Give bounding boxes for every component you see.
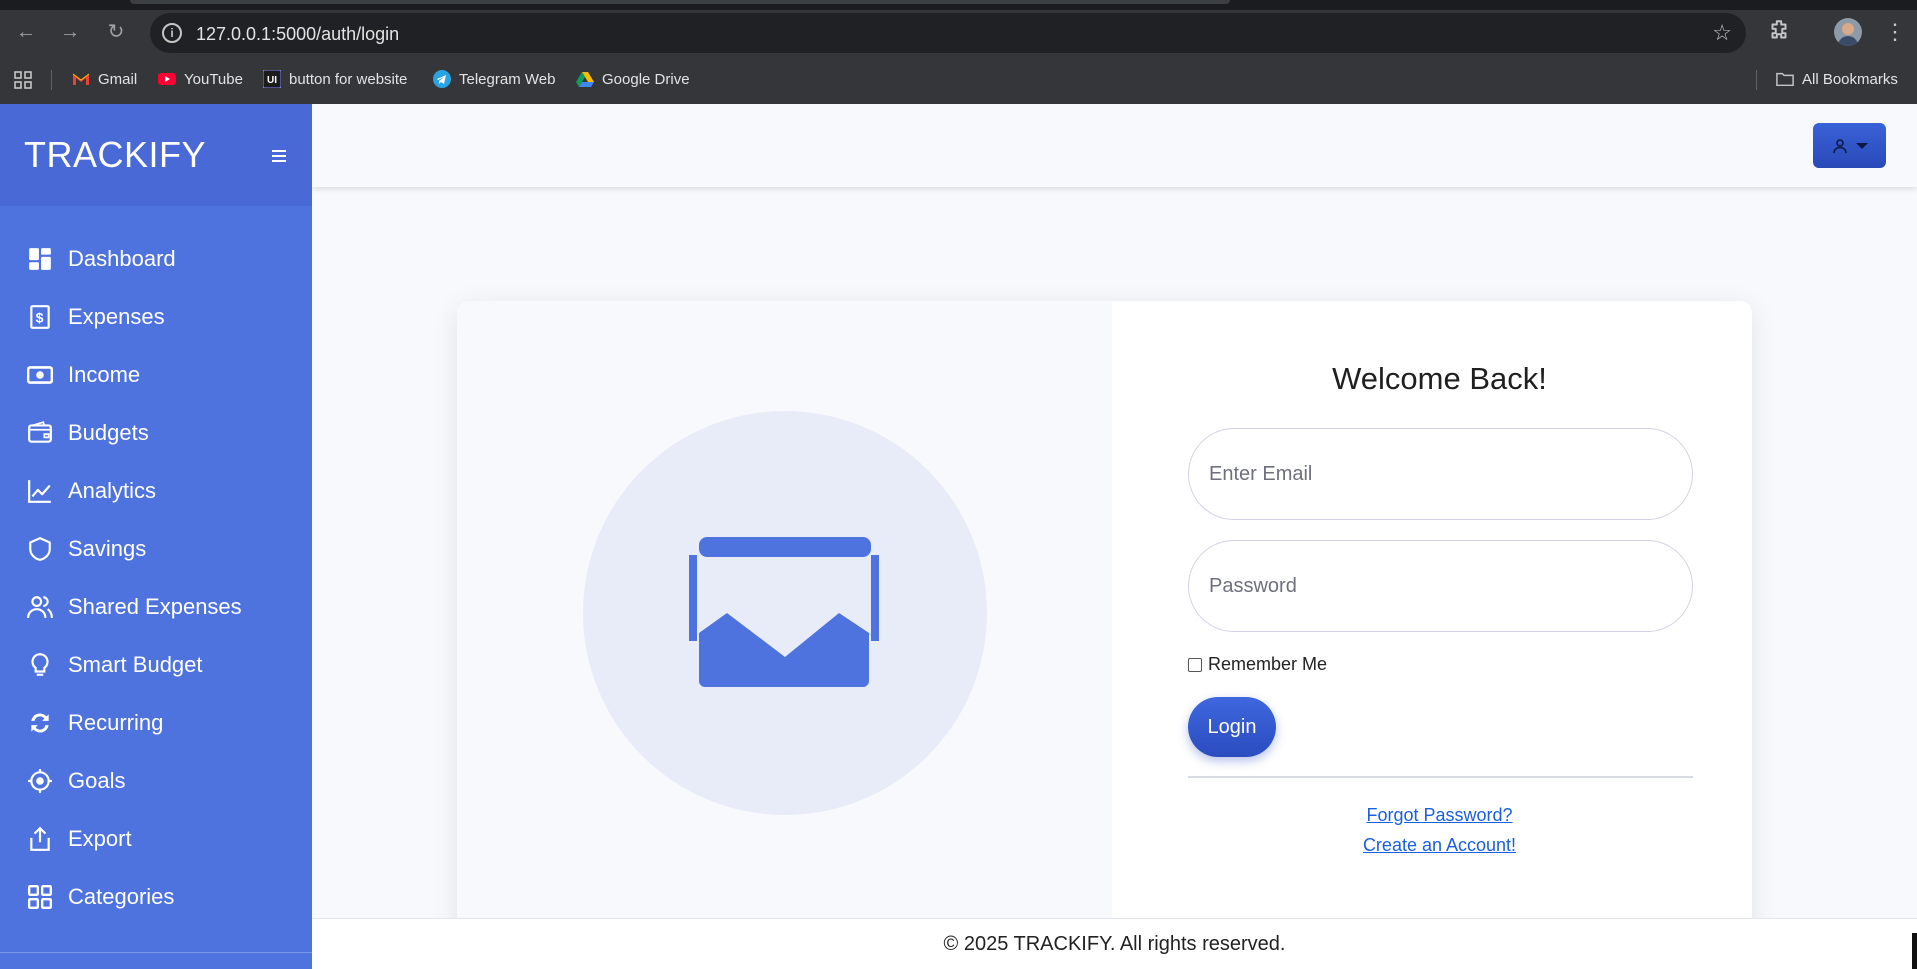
user-icon <box>1832 138 1847 153</box>
remember-me-checkbox[interactable] <box>1188 657 1202 672</box>
all-bookmarks-label: All Bookmarks <box>1802 70 1898 88</box>
top-navbar <box>312 104 1917 187</box>
all-bookmarks-button[interactable]: All Bookmarks <box>1776 69 1898 89</box>
bookmark-button-for-website[interactable]: UI button for website <box>263 69 407 89</box>
sidebar-item-label: Export <box>68 826 132 851</box>
address-bar[interactable]: i 127.0.0.1:5000/auth/login ☆ <box>150 13 1746 53</box>
sidebar-item-label: Smart Budget <box>68 652 203 677</box>
sidebar-nav: Dashboard $ Expenses Income Budgets Anal… <box>0 230 312 926</box>
profile-avatar[interactable] <box>1834 18 1862 46</box>
sidebar-item-label: Expenses <box>68 304 165 329</box>
extensions-icon[interactable] <box>1766 18 1792 44</box>
sidebar-item-label: Income <box>68 362 141 387</box>
sync-icon <box>26 709 54 737</box>
image-placeholder-icon <box>689 537 879 687</box>
target-icon <box>26 767 54 795</box>
brand-logo-text[interactable]: TRACKIFY <box>24 134 206 176</box>
apps-grid-icon[interactable] <box>14 71 32 89</box>
bookmark-label: Gmail <box>98 70 138 88</box>
wallet-icon <box>26 419 54 447</box>
create-account-link[interactable]: Create an Account! <box>1112 835 1752 856</box>
login-title: Welcome Back! <box>1332 361 1547 396</box>
sidebar-item-shared-expenses[interactable]: Shared Expenses <box>0 578 312 636</box>
password-input[interactable] <box>1188 540 1693 632</box>
site-info-icon[interactable]: i <box>162 23 182 43</box>
line-chart-icon <box>26 477 54 505</box>
active-tab-edge[interactable] <box>130 0 1230 4</box>
chevron-down-icon <box>1855 142 1868 149</box>
sidebar-item-dashboard[interactable]: Dashboard <box>0 230 312 288</box>
remember-me[interactable]: Remember Me <box>1188 654 1327 675</box>
scrollbar-thumb[interactable] <box>1912 933 1917 969</box>
youtube-icon <box>158 73 176 85</box>
reload-icon[interactable]: ↻ <box>102 18 130 46</box>
lightbulb-icon <box>26 651 54 679</box>
remember-me-label: Remember Me <box>1208 654 1328 674</box>
sidebar-item-label: Recurring <box>68 710 164 735</box>
bookmark-star-icon[interactable]: ☆ <box>1712 20 1732 46</box>
sidebar-item-export[interactable]: Export <box>0 810 312 868</box>
sidebar-item-label: Categories <box>68 884 175 909</box>
sidebar-item-expenses[interactable]: $ Expenses <box>0 288 312 346</box>
sidebar-toggle-icon[interactable] <box>272 150 286 162</box>
browser-toolbar: ← → ↻ i 127.0.0.1:5000/auth/login ☆ ⋮ <box>0 10 1917 54</box>
sidebar-item-income[interactable]: Income <box>0 346 312 404</box>
email-input[interactable] <box>1188 428 1693 520</box>
shield-icon <box>26 535 54 563</box>
users-icon <box>26 593 54 621</box>
bookmark-label: button for website <box>289 70 408 88</box>
user-menu-button[interactable] <box>1813 123 1886 168</box>
illustration-panel <box>457 301 1112 941</box>
browser-menu-icon[interactable]: ⋮ <box>1884 18 1906 46</box>
svg-text:UI: UI <box>267 75 277 86</box>
sidebar-item-budgets[interactable]: Budgets <box>0 404 312 462</box>
sidebar-item-label: Budgets <box>68 420 149 445</box>
sidebar: TRACKIFY Dashboard $ Expenses Income Bud… <box>0 104 312 969</box>
login-form-panel: Welcome Back! Remember Me Login Forgot P… <box>1112 301 1752 941</box>
form-divider <box>1188 776 1693 778</box>
sidebar-item-label: Dashboard <box>68 246 176 271</box>
page-footer: © 2025 TRACKIFY. All rights reserved. <box>312 918 1917 969</box>
bookmark-gmail[interactable]: Gmail <box>72 69 137 89</box>
folder-icon <box>1776 72 1794 87</box>
bookmark-telegram[interactable]: Telegram Web <box>433 69 555 89</box>
money-icon <box>26 361 54 389</box>
sidebar-item-label: Savings <box>68 536 147 561</box>
login-button[interactable]: Login <box>1188 697 1276 757</box>
bookmark-label: Google Drive <box>602 70 690 88</box>
gmail-icon <box>72 73 90 85</box>
sidebar-item-label: Shared Expenses <box>68 594 242 619</box>
uiverse-icon: UI <box>263 70 281 88</box>
brand-bar: TRACKIFY <box>0 104 312 206</box>
bookmark-google-drive[interactable]: Google Drive <box>576 69 690 89</box>
receipt-icon: $ <box>26 303 54 331</box>
sidebar-item-analytics[interactable]: Analytics <box>0 462 312 520</box>
sidebar-item-label: Goals <box>68 768 126 793</box>
bookmark-label: Telegram Web <box>459 70 556 88</box>
sidebar-divider <box>0 952 312 953</box>
forgot-password-link[interactable]: Forgot Password? <box>1112 805 1752 826</box>
sidebar-item-savings[interactable]: Savings <box>0 520 312 578</box>
sidebar-item-recurring[interactable]: Recurring <box>0 694 312 752</box>
bookmark-separator <box>51 70 52 90</box>
back-icon[interactable]: ← <box>12 18 40 46</box>
google-drive-icon <box>576 72 594 87</box>
sidebar-item-categories[interactable]: Categories <box>0 868 312 926</box>
main-content: Welcome Back! Remember Me Login Forgot P… <box>312 104 1917 969</box>
export-icon <box>26 825 54 853</box>
login-card: Welcome Back! Remember Me Login Forgot P… <box>457 301 1752 941</box>
dashboard-icon <box>26 245 54 273</box>
svg-text:$: $ <box>36 309 44 325</box>
forward-icon[interactable]: → <box>56 18 84 46</box>
grid-icon <box>26 883 54 911</box>
bookmark-youtube[interactable]: YouTube <box>158 69 243 89</box>
sidebar-item-smart-budget[interactable]: Smart Budget <box>0 636 312 694</box>
telegram-icon <box>433 70 451 88</box>
url-text[interactable]: 127.0.0.1:5000/auth/login <box>196 24 399 45</box>
bookmark-label: YouTube <box>184 70 243 88</box>
sidebar-item-label: Analytics <box>68 478 157 503</box>
sidebar-item-goals[interactable]: Goals <box>0 752 312 810</box>
bookmarks-bar: Gmail YouTube UI button for website Tele… <box>0 54 1917 104</box>
bookmark-separator <box>1756 70 1757 90</box>
